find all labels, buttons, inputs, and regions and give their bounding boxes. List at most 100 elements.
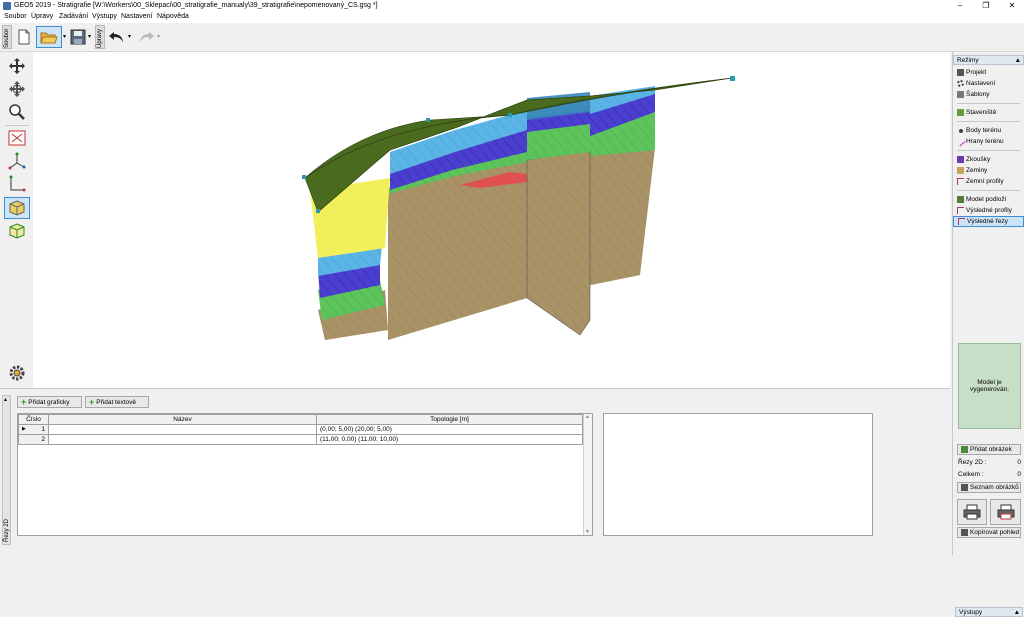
section-preview [603, 413, 873, 536]
mode-project[interactable]: Projekt [953, 67, 1024, 78]
sections-2d-side-tab[interactable]: Řezy 2D ▴ [2, 395, 11, 545]
scroll-down-icon[interactable]: ▼ [585, 529, 590, 535]
settings-tool[interactable] [5, 362, 29, 384]
menu-outputs[interactable]: Výstupy [92, 13, 117, 20]
result-profiles-icon [957, 207, 964, 214]
pan-tool[interactable] [5, 55, 29, 77]
mode-divider [957, 103, 1020, 104]
row-topology[interactable]: (0,00; 5,00) (20,00; 5,00) [316, 424, 583, 435]
mode-templates[interactable]: Šablony [953, 89, 1024, 100]
open-dropdown-arrow[interactable]: ▾ [63, 33, 66, 40]
save-dropdown-arrow[interactable]: ▾ [88, 33, 91, 40]
menu-help[interactable]: Nápověda [157, 13, 189, 20]
app-icon [3, 2, 11, 10]
rotate-arrows-icon [9, 81, 25, 97]
collapse-icon[interactable]: ▴ [4, 396, 7, 403]
mode-soil-profiles[interactable]: Zemní profily [953, 176, 1024, 187]
rotate-tool[interactable] [5, 78, 29, 100]
menu-edit[interactable]: Úpravy [31, 13, 53, 20]
add-picture-label: Přidat obrázek [970, 446, 1012, 453]
modes-header: Režimy ▲ [953, 55, 1024, 65]
print-button[interactable] [957, 499, 987, 525]
add-picture-icon [961, 446, 968, 453]
add-text-label: Přidat textově [96, 398, 137, 406]
status-message-text: Model je vygenerován. [969, 379, 1010, 393]
menu-file[interactable]: Soubor [4, 13, 27, 20]
save-button[interactable] [68, 26, 88, 48]
solid-view-tool[interactable] [4, 197, 30, 219]
axes-view-tool[interactable] [5, 150, 29, 172]
row-name[interactable] [48, 424, 317, 435]
print-export-button[interactable] [990, 499, 1021, 525]
toolbar-tab-file[interactable]: Soubor [2, 25, 12, 49]
mode-settings[interactable]: Nastavení [953, 78, 1024, 89]
stratigraphy-3d-model [302, 76, 735, 340]
window-title: GEO5 2019 - Stratigrafie [W:\Workers\00_… [14, 2, 378, 9]
menu-bar: Soubor Úpravy Zadávání Výstupy Nastavení… [0, 12, 1024, 23]
row-topology[interactable]: (11,00; 0,00) (11,00; 10,00) [316, 434, 583, 445]
table-row[interactable]: ▶ 1 (0,00; 5,00) (20,00; 5,00) [18, 424, 583, 435]
mode-result-profiles[interactable]: Výsledné profily [953, 205, 1024, 216]
copy-view-icon [961, 529, 968, 536]
picture-list-button[interactable]: Seznam obrázků [957, 482, 1021, 493]
mode-terrain-points[interactable]: Body terénu [953, 125, 1024, 136]
close-button[interactable]: ✕ [998, 0, 1024, 12]
new-file-button[interactable] [14, 26, 34, 48]
plus-icon: + [21, 397, 27, 407]
collapse-icon[interactable]: ▲ [1014, 608, 1020, 617]
axes-2d-tool[interactable] [5, 173, 29, 195]
row-name[interactable] [48, 434, 317, 445]
total-value: 0 [1017, 471, 1021, 478]
table-row[interactable]: 2 (11,00; 0,00) (11,00; 10,00) [18, 434, 583, 445]
mode-result-sections[interactable]: Výsledné řezy [953, 216, 1024, 227]
toolbar: Soubor ▾ ▾ Úpravy ▾ ▾ [0, 23, 1024, 52]
mode-divider [957, 190, 1020, 191]
mode-subsoil-model[interactable]: Model podloží [953, 194, 1024, 205]
solid-cube-icon [9, 200, 25, 216]
mode-terrain-edges-label: Hrany terénu [966, 138, 1004, 145]
scroll-up-icon[interactable]: ▲ [585, 414, 590, 420]
result-sections-icon [958, 218, 965, 225]
new-file-icon [18, 29, 30, 45]
add-graphic-button[interactable]: + Přidat graficky [17, 396, 82, 408]
row-number-value: 1 [41, 426, 45, 433]
sections-table-container: Číslo Název Topologie [m] ▶ 1 (0,00; 5,00… [17, 413, 593, 536]
row-indicator-icon: ▶ [22, 426, 26, 432]
move-arrows-icon [9, 58, 25, 74]
mode-tests-label: Zkoušky [966, 156, 991, 163]
toolbar-tab-edit[interactable]: Úpravy [95, 25, 105, 49]
fit-view-tool[interactable] [5, 127, 29, 149]
collapse-icon[interactable]: ▲ [1015, 56, 1021, 65]
model-viewport[interactable] [33, 52, 950, 388]
mode-site[interactable]: Staveniště [953, 107, 1024, 118]
wire-view-tool[interactable] [5, 220, 29, 242]
mode-soil-profiles-label: Zemní profily [966, 178, 1004, 185]
maximize-button[interactable]: ❐ [972, 0, 1000, 12]
sections-2d-label: Řezy 2D : [958, 459, 987, 466]
mode-result-profiles-label: Výsledné profily [966, 207, 1012, 214]
menu-settings[interactable]: Nastavení [121, 13, 153, 20]
redo-dropdown-arrow[interactable]: ▾ [157, 33, 160, 40]
col-number-header: Číslo [18, 414, 49, 425]
undo-dropdown-arrow[interactable]: ▾ [128, 33, 131, 40]
templates-icon [957, 91, 964, 98]
copy-view-button[interactable]: Kopírovat pohled [957, 527, 1021, 538]
open-file-button[interactable] [36, 26, 62, 48]
cross-section-soil [526, 149, 591, 336]
plus-icon: + [89, 397, 95, 407]
mode-terrain-edges[interactable]: Hrany terénu [953, 136, 1024, 147]
fit-view-icon [8, 130, 26, 146]
minimize-button[interactable]: – [946, 0, 974, 12]
redo-button[interactable] [136, 26, 156, 48]
soils-icon [957, 167, 964, 174]
mode-soils[interactable]: Zeminy [953, 165, 1024, 176]
sections-2d-value: 0 [1017, 459, 1021, 466]
mode-tests[interactable]: Zkoušky [953, 154, 1024, 165]
menu-input[interactable]: Zadávání [59, 13, 88, 20]
outputs-header: Výstupy ▲ [955, 607, 1023, 617]
table-scrollbar[interactable]: ▲ ▼ [583, 414, 592, 535]
zoom-tool[interactable] [5, 101, 29, 123]
add-picture-button[interactable]: Přidat obrázek [957, 444, 1021, 455]
add-text-button[interactable]: + Přidat textově [85, 396, 149, 408]
undo-button[interactable] [107, 26, 127, 48]
